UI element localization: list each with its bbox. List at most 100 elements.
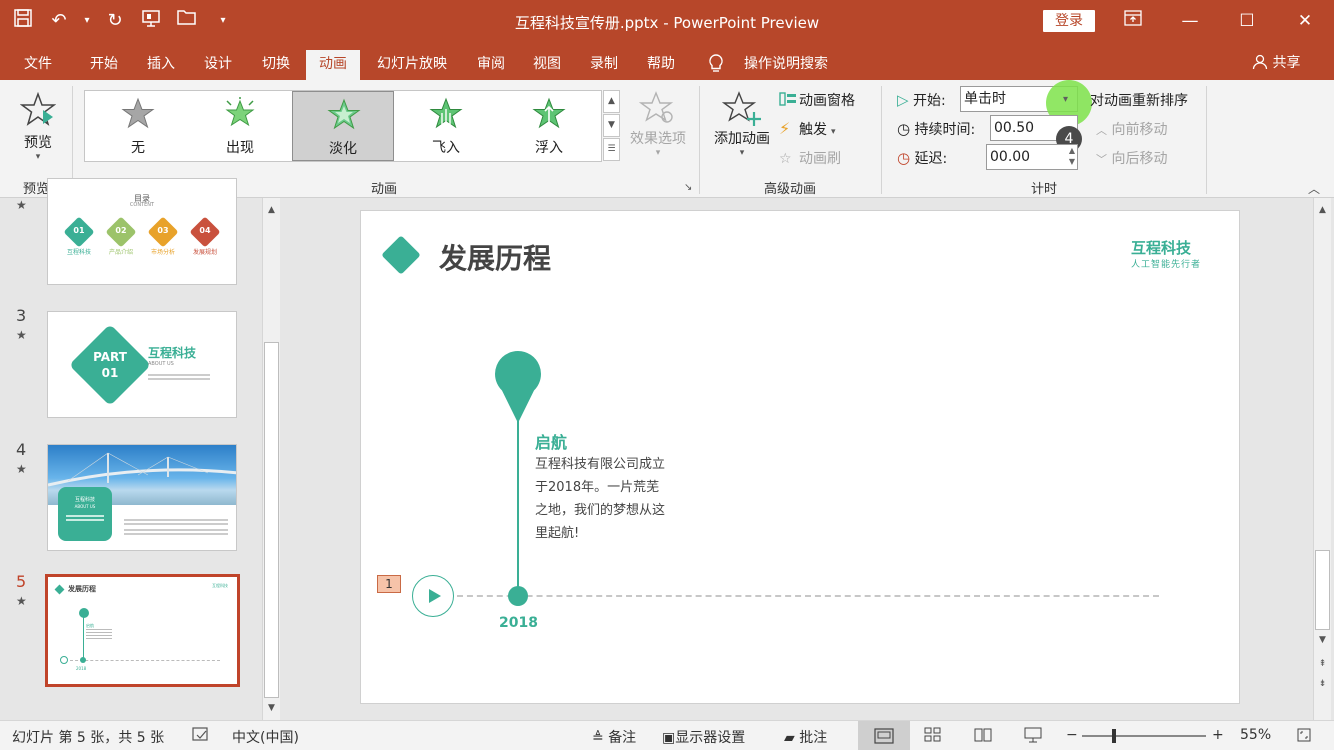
animation-pane-button[interactable]: 动画窗格: [779, 90, 855, 110]
close-icon[interactable]: ✕: [1290, 8, 1320, 34]
zoom-level[interactable]: 55%: [1240, 727, 1271, 743]
maximize-icon[interactable]: ☐: [1232, 8, 1262, 34]
customize-qat-icon[interactable]: ▾: [210, 8, 236, 34]
notes-icon: ≜: [592, 730, 604, 746]
zoom-out-icon[interactable]: −: [1066, 727, 1078, 743]
collapse-ribbon-icon[interactable]: ︿: [1308, 180, 1320, 197]
minimize-icon[interactable]: —: [1175, 8, 1205, 34]
milestone-text[interactable]: 互程科技有限公司成立 于2018年。一片荒芜 之地，我们的梦想从这 里起航!: [535, 453, 675, 545]
current-slide[interactable]: 发展历程 互程科技 人工智能先行者 启航 互程科技有限公司成立 于2018年。一…: [360, 210, 1240, 704]
ribbon-tabs: 文件 开始 插入 设计 切换 动画 幻灯片放映 审阅 视图 录制 帮助 操作说明…: [0, 44, 1334, 80]
reading-view-icon[interactable]: [974, 727, 992, 747]
redo-icon[interactable]: ↻: [102, 8, 128, 34]
gallery-scroll-up[interactable]: ▲: [603, 90, 620, 113]
animation-float-in[interactable]: 浮入: [498, 91, 600, 161]
display-settings-button[interactable]: ▣显示器设置: [662, 727, 745, 747]
preview-button[interactable]: 预览 ▾: [18, 91, 58, 164]
thumb4-body-lines: [124, 519, 228, 521]
delay-input[interactable]: 00.00 ▲ ▼: [986, 144, 1078, 170]
fit-to-window-icon[interactable]: [1296, 727, 1312, 747]
zoom-in-icon[interactable]: +: [1212, 727, 1224, 743]
zoom-slider[interactable]: [1082, 729, 1206, 743]
share-label: 共享: [1272, 55, 1301, 71]
duration-label-text: 持续时间:: [914, 122, 976, 138]
present-from-start-icon[interactable]: [138, 8, 164, 34]
tab-file[interactable]: 文件: [10, 50, 66, 80]
animation-none[interactable]: 无: [87, 91, 189, 161]
comments-label: 批注: [799, 730, 828, 746]
language-indicator[interactable]: 中文(中国): [232, 727, 299, 747]
notes-button[interactable]: ≜ 备注: [592, 727, 636, 747]
tab-slideshow[interactable]: 幻灯片放映: [366, 50, 458, 80]
animation-fly-in[interactable]: 飞入: [395, 91, 497, 161]
slide-thumbnail-5[interactable]: 发展历程 互程科技 启航 2018: [45, 574, 240, 687]
accessibility-icon[interactable]: [192, 727, 210, 747]
milestone-title[interactable]: 启航: [535, 429, 567, 453]
scroll-up-icon[interactable]: ▲: [263, 202, 280, 219]
normal-view-button[interactable]: [858, 721, 910, 750]
undo-icon[interactable]: ↶: [46, 8, 72, 34]
move-later-label: 向后移动: [1111, 151, 1168, 167]
animation-fade[interactable]: 淡化: [292, 91, 394, 161]
effect-options-button[interactable]: 效果选项 ▾: [625, 90, 691, 158]
login-button[interactable]: 登录: [1043, 10, 1095, 32]
slide-sorter-view-icon[interactable]: [924, 727, 942, 747]
tab-review[interactable]: 审阅: [466, 50, 516, 80]
editor-scroll-thumb[interactable]: [1315, 550, 1330, 630]
ribbon-display-options-icon[interactable]: [1118, 8, 1148, 34]
open-folder-icon[interactable]: [174, 8, 200, 34]
next-slide-icon[interactable]: ⇟: [1314, 676, 1331, 693]
animation-appear[interactable]: 出现: [189, 91, 291, 161]
tab-home[interactable]: 开始: [76, 50, 132, 80]
thumbnail-scrollbar[interactable]: ▲ ▼: [262, 198, 280, 720]
thumb5-play: [60, 656, 68, 664]
slideshow-view-icon[interactable]: [1024, 727, 1042, 747]
share-button[interactable]: 共享: [1252, 52, 1300, 72]
tab-help[interactable]: 帮助: [636, 50, 686, 80]
tab-transitions[interactable]: 切换: [248, 50, 304, 80]
thumb2-num: 03: [157, 226, 169, 235]
animation-painter-label: 动画刷: [799, 151, 841, 167]
scroll-down-icon[interactable]: ▼: [263, 700, 280, 717]
tab-record[interactable]: 录制: [579, 50, 629, 80]
move-earlier-button[interactable]: ︿ 向前移动: [1096, 119, 1167, 139]
group-label-timing: 计时: [1030, 182, 1057, 197]
trigger-button[interactable]: ⚡ 触发 ▾: [779, 119, 836, 139]
gallery-more-button[interactable]: ☰: [603, 138, 620, 161]
play-icon: [429, 589, 441, 603]
previous-slide-icon[interactable]: ⇞: [1314, 656, 1331, 673]
slide-thumbnail-2[interactable]: 目录 CONTENT 01 02 03 04 互程科技 产品介绍 市场分析 发展…: [47, 178, 237, 285]
animation-dialog-launcher-icon[interactable]: ↘: [684, 182, 692, 193]
tab-animations[interactable]: 动画: [306, 50, 360, 80]
zoom-slider-thumb[interactable]: [1112, 729, 1116, 743]
undo-dropdown-icon[interactable]: ▾: [82, 8, 92, 34]
tell-me-search[interactable]: 操作说明搜索: [736, 50, 836, 80]
slide-thumbnail-4[interactable]: 互程科技 ABOUT US: [47, 444, 237, 551]
tab-view[interactable]: 视图: [522, 50, 572, 80]
editor-scroll-up-icon[interactable]: ▲: [1314, 202, 1331, 219]
slide-thumbnail-3[interactable]: PART 01 互程科技 ABOUT US: [47, 311, 237, 418]
animation-none-label: 无: [131, 140, 145, 156]
play-button[interactable]: [412, 575, 454, 617]
trigger-dropdown-icon: ▾: [831, 127, 836, 137]
start-select-value: 单击时: [964, 91, 1006, 107]
comments-button[interactable]: ▰ 批注: [784, 727, 827, 747]
move-later-button[interactable]: ﹀ 向后移动: [1096, 148, 1167, 168]
add-animation-button[interactable]: 添加动画 ▾: [710, 90, 774, 158]
save-icon[interactable]: [10, 8, 36, 34]
lightbulb-icon[interactable]: [706, 50, 726, 80]
thumbnail-scroll-thumb[interactable]: [264, 342, 279, 698]
slide-title[interactable]: 发展历程: [439, 237, 551, 277]
gallery-scroll-down[interactable]: ▼: [603, 114, 620, 137]
thumb2-num: 01: [73, 226, 85, 235]
delay-spin-down-icon[interactable]: ▼: [1069, 157, 1075, 166]
clock-icon: ◷: [897, 120, 911, 138]
delay-spin-up-icon[interactable]: ▲: [1069, 146, 1075, 155]
tab-insert[interactable]: 插入: [133, 50, 189, 80]
editor-scrollbar[interactable]: ▲ ▼ ⇞ ⇟: [1313, 198, 1331, 720]
timeline-year[interactable]: 2018: [499, 615, 538, 631]
editor-scroll-down-icon[interactable]: ▼: [1314, 632, 1331, 649]
animation-painter-button[interactable]: ☆ 动画刷: [779, 148, 841, 168]
tab-design[interactable]: 设计: [190, 50, 246, 80]
animation-order-tag[interactable]: 1: [377, 575, 401, 593]
